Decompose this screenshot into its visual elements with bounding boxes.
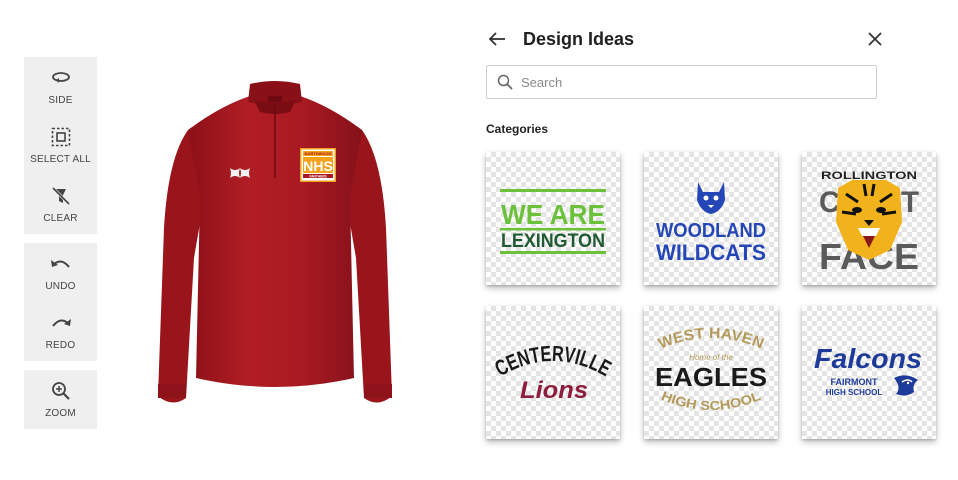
select-all-icon [50,126,72,148]
design-text: WILDCATS [656,240,766,265]
zoom-icon [50,380,72,402]
redo-button[interactable]: REDO [24,302,97,361]
redo-label: REDO [45,340,76,351]
design-text: EAGLES [655,362,767,392]
design-text: Home of the [689,353,733,362]
design-text: LEXINGTON [501,231,605,252]
zoom-tools-group: ZOOM [24,370,97,429]
design-text: CENTERVILLE [491,341,616,381]
design-tile-west-haven[interactable]: WEST HAVEN Home of the EAGLES HIGH SCHOO… [644,306,778,439]
rotate-icon [50,67,72,89]
undo-button[interactable]: UNDO [24,243,97,302]
categories-label: Categories [486,122,549,136]
arrow-left-icon [488,32,505,46]
design-tile-lexington[interactable]: WE ARE LEXINGTON [486,152,620,285]
close-icon [868,32,882,46]
design-text: Falcons [814,343,922,374]
search-icon [497,74,513,90]
side-label: SIDE [48,95,73,106]
zoom-button[interactable]: ZOOM [24,370,97,429]
zoom-label: ZOOM [45,408,76,419]
view-tools-group: SIDE SELECT ALL CLEAR [24,57,97,234]
product-preview[interactable]: NORTHWOOD NHS PANTHERS [150,78,400,413]
side-button[interactable]: SIDE [24,57,97,116]
panel-title: Design Ideas [523,28,635,49]
close-button[interactable] [864,28,886,50]
wildcat-icon [697,182,725,214]
chest-logo-main: NHS [303,158,333,174]
chest-logo-top: NORTHWOOD [304,151,331,156]
design-tile-woodland[interactable]: WOODLAND WILDCATS [644,152,778,285]
design-text: WEST HAVEN [656,325,766,353]
design-ideas-header: Design Ideas [486,24,886,54]
clear-icon [50,185,72,207]
design-tile-centerville[interactable]: CENTERVILLE Lions [486,306,620,439]
design-tile-rollington[interactable]: ROLLINGTON CREST FACE [802,152,936,285]
clear-label: CLEAR [43,213,78,224]
chest-logo: NORTHWOOD NHS PANTHERS [300,148,336,182]
design-text: Lions [520,377,588,404]
design-tile-fairmont[interactable]: Falcons FAIRMONT HIGH SCHOOL [802,306,936,439]
clear-button[interactable]: CLEAR [24,175,97,234]
design-text: HIGH SCHOOL [826,388,883,397]
select-all-label: SELECT ALL [30,154,91,165]
undo-label: UNDO [45,281,76,292]
undo-icon [50,253,72,275]
back-button[interactable] [486,28,508,50]
select-all-button[interactable]: SELECT ALL [24,116,97,175]
design-text: WE ARE [501,199,605,230]
redo-icon [50,312,72,334]
search-input[interactable] [521,74,861,90]
design-text: WOODLAND [656,220,766,242]
chest-logo-bottom: PANTHERS [309,174,326,178]
search-box[interactable] [486,65,877,99]
history-tools-group: UNDO REDO [24,243,97,361]
falcon-icon [894,375,918,396]
design-text: FAIRMONT [831,377,878,387]
